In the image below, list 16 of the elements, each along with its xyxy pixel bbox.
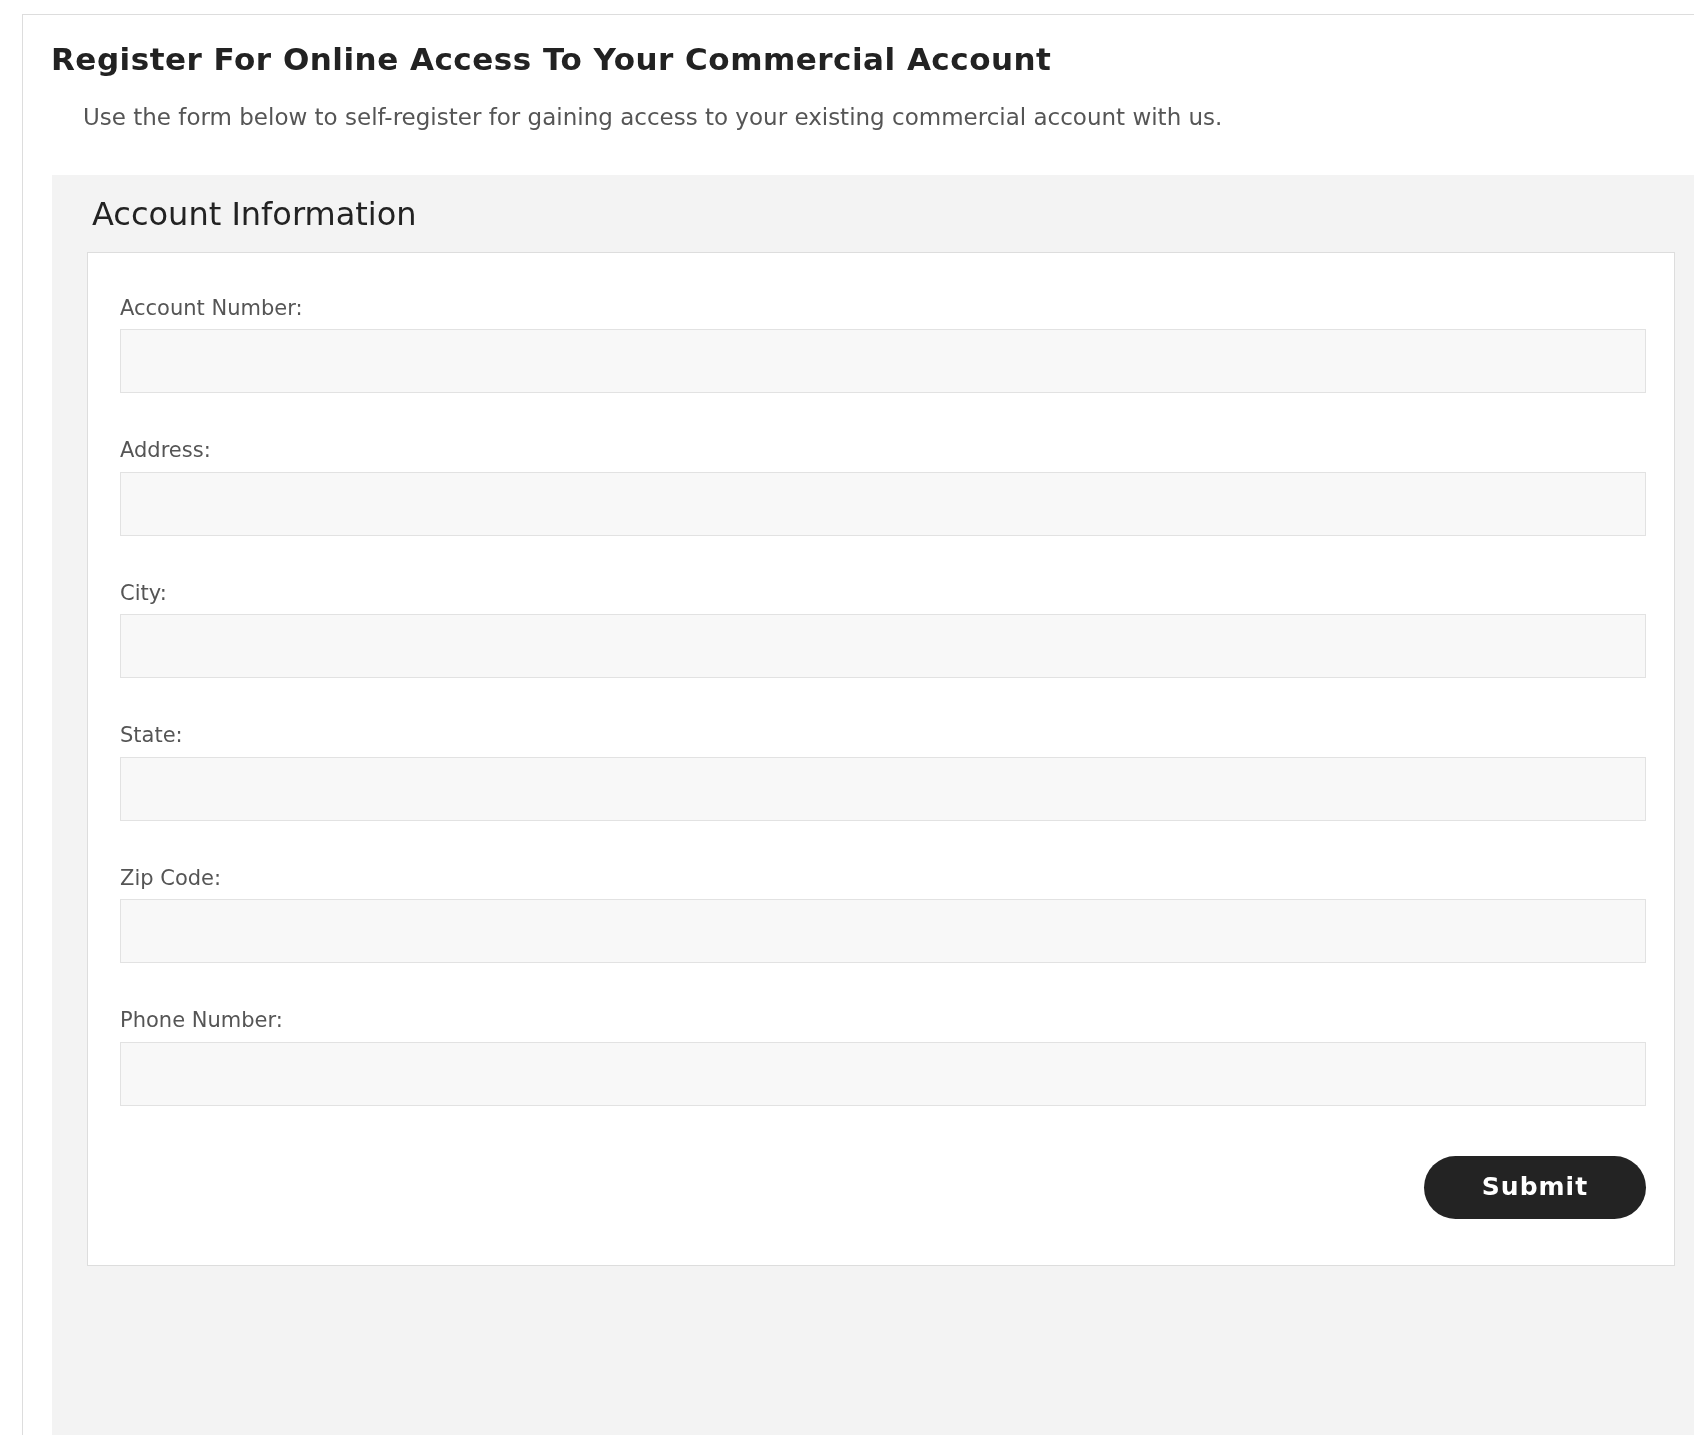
page-title: Register For Online Access To Your Commercial Account — [51, 41, 1053, 79]
field-label: State: — [120, 722, 184, 750]
field-label: Account Number: — [120, 294, 304, 322]
input-field[interactable] — [120, 756, 1646, 821]
input-field[interactable] — [120, 329, 1646, 394]
field-label: Phone Number: — [120, 1007, 284, 1035]
description-text: Use the form below to self-register for gaining access to your existing commercial account with us. — [83, 103, 1224, 133]
section-title: Account Information — [92, 195, 418, 234]
input-field[interactable] — [120, 1041, 1646, 1106]
field-label: Address: — [120, 437, 212, 465]
submit-button[interactable]: Submit — [1424, 1155, 1646, 1219]
field-label: City: — [120, 579, 168, 607]
input-field[interactable] — [120, 614, 1646, 679]
input-field[interactable] — [120, 471, 1646, 536]
field-label: Zip Code: — [120, 864, 223, 892]
input-field[interactable] — [120, 899, 1646, 964]
